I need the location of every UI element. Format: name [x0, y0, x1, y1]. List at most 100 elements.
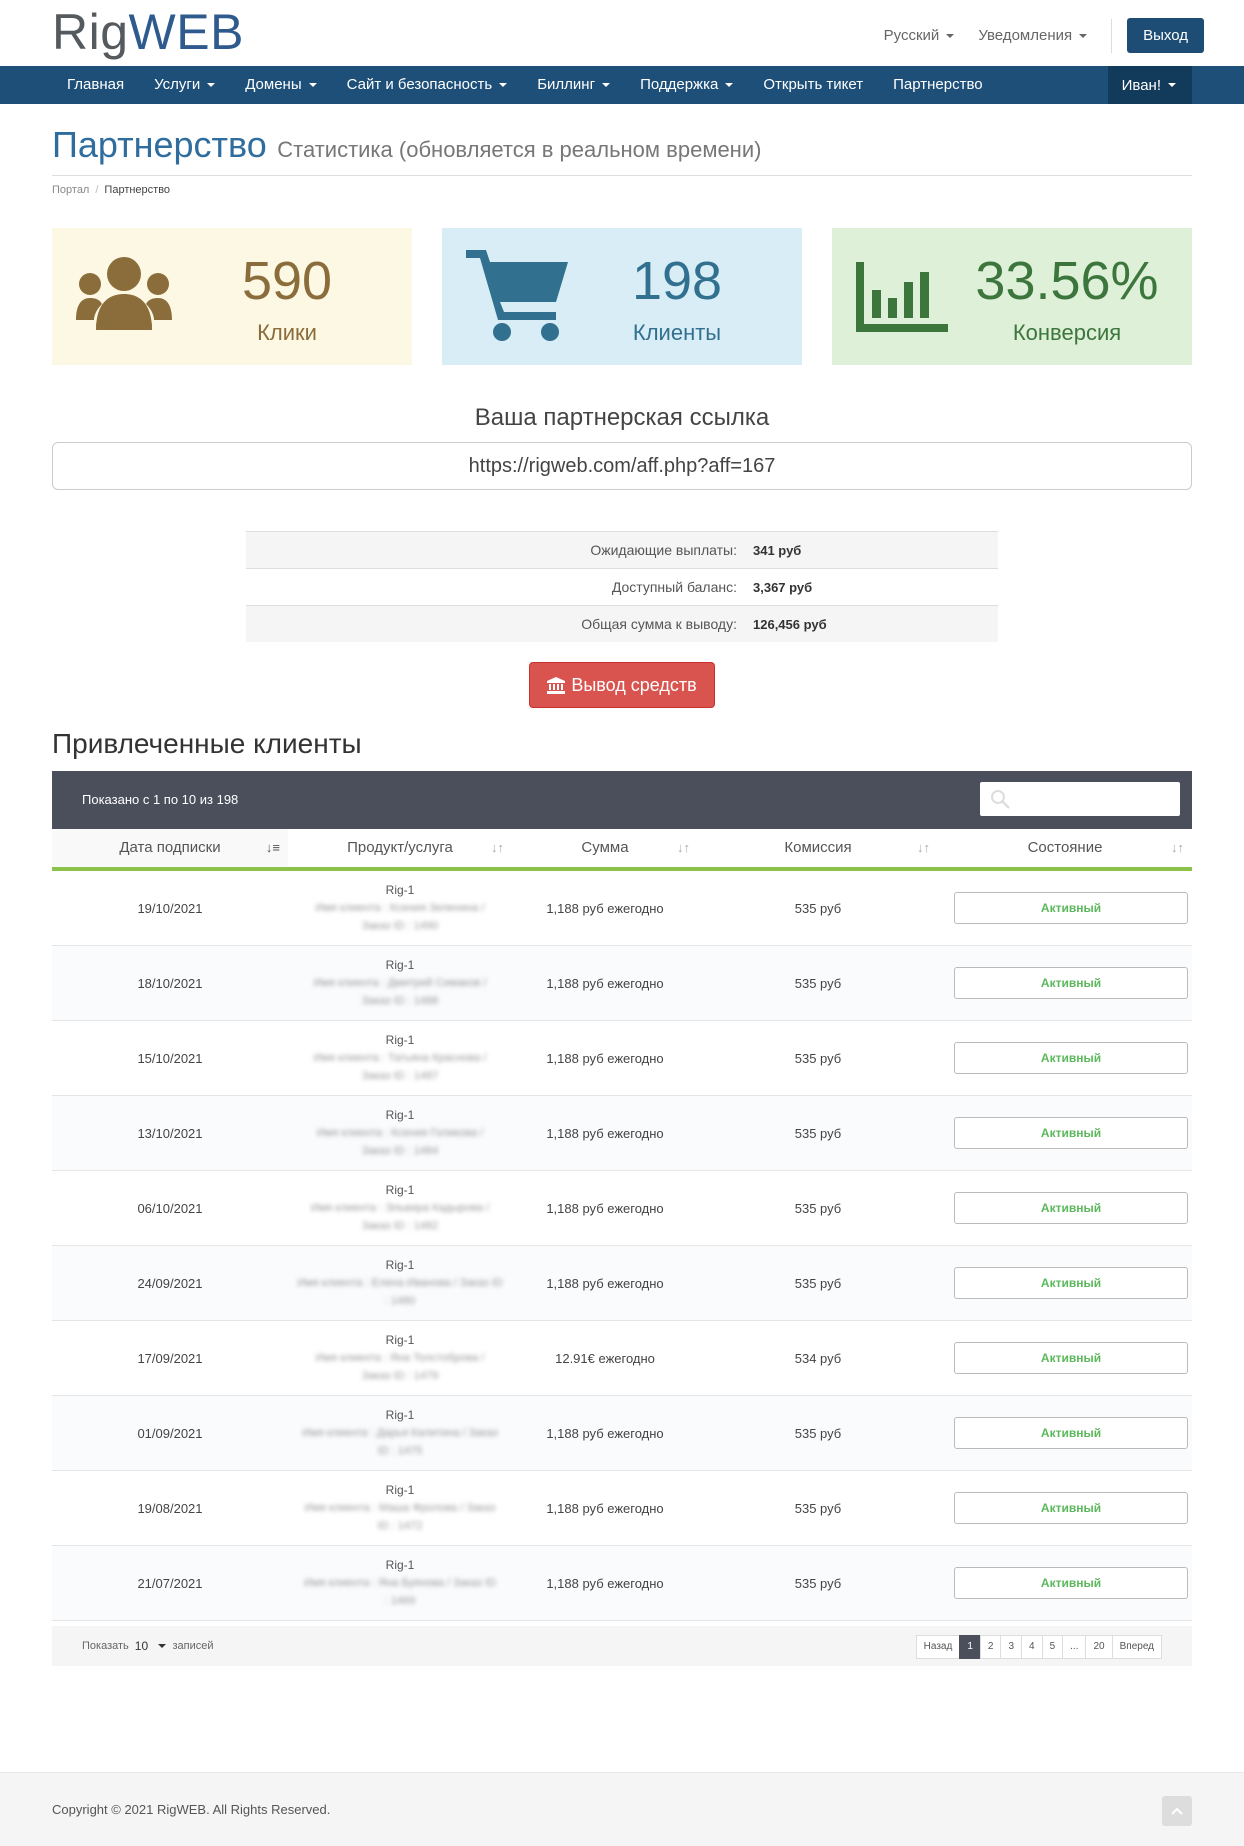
cell-date: 24/09/2021 [137, 1275, 203, 1291]
cell-date: 06/10/2021 [137, 1200, 203, 1216]
status-badge[interactable]: Активный [954, 967, 1188, 999]
cell-date: 18/10/2021 [137, 975, 203, 991]
site-logo[interactable]: RigWEB [52, 2, 244, 62]
nav-item-label: Открыть тикет [763, 76, 864, 93]
status-badge[interactable]: Активный [954, 1117, 1188, 1149]
product-name: Rig-1 [385, 1108, 415, 1122]
client-name: Имя клиента : Яна Толстоброва / [315, 1352, 485, 1364]
table-row: 19/10/2021 Rig-1 Имя клиента : Ксения Зеле… [52, 871, 1192, 946]
user-menu[interactable]: Иван! [1107, 66, 1192, 104]
referrals-toolbar: Показано с 1 по 10 из 198 [52, 771, 1192, 829]
cell-product: Rig-1 Имя клиента : Дарья Калитина / Зака… [288, 1406, 512, 1460]
bank-icon [547, 676, 566, 694]
cell-commission: 535 руб [794, 1275, 842, 1291]
copyright-text: Copyright © 2021 RigWEB. All Rights Rese… [52, 1802, 331, 1817]
total-withdrawn-row: Общая сумма к выводу: 126,456 руб [246, 605, 998, 642]
affiliate-link-heading: Ваша партнерская ссылка [474, 404, 770, 431]
table-row: 06/10/2021 Rig-1 Имя клиента : Эльвира Кад… [52, 1171, 1192, 1246]
column-header-commission[interactable]: Комиссия ↓↑ [698, 829, 938, 867]
chevron-down-icon [1079, 33, 1088, 38]
sort-icon: ↓↑ [491, 840, 504, 855]
cell-status: Активный [938, 1117, 1192, 1149]
pagination: Назад 1 2 3 4 5 ... 20 Вперед [915, 1635, 1162, 1659]
pagination-page[interactable]: 2 [979, 1635, 1002, 1659]
search-input[interactable] [980, 782, 1180, 816]
order-id: : 1469 [384, 1595, 416, 1607]
cell-date: 01/09/2021 [137, 1425, 203, 1441]
client-name: Имя клиента : Яна Буянова / Заказ ID [304, 1577, 496, 1589]
cell-commission: 535 руб [794, 1125, 842, 1141]
cell-product: Rig-1 Имя клиента : Татьяна Краснова / Зак… [288, 1031, 512, 1085]
cell-commission: 535 руб [794, 1050, 842, 1066]
clicks-value: 590 [241, 251, 333, 311]
table-row: 18/10/2021 Rig-1 Имя клиента : Дмитрий Сим… [52, 946, 1192, 1021]
pagination-page[interactable]: 1 [959, 1635, 981, 1659]
page-length-suffix: записей [172, 1640, 214, 1652]
logout-button[interactable]: Выход [1127, 18, 1204, 53]
column-label: Дата подписки [119, 839, 221, 856]
cell-amount: 1,188 руб ежегодно [546, 975, 664, 991]
table-info: Показано с 1 по 10 из 198 [82, 792, 239, 807]
nav-item-domains[interactable]: Домены [230, 66, 331, 104]
order-id: ID : 1472 [377, 1520, 423, 1532]
breadcrumb-portal-link[interactable]: Портал [52, 184, 89, 196]
site-header: RigWEB Русский Уведомления Выход [0, 0, 1244, 66]
order-id: Заказ ID : 1488 [361, 995, 439, 1007]
cell-commission: 535 руб [794, 900, 842, 916]
order-id: Заказ ID : 1487 [361, 1070, 439, 1082]
pagination-next[interactable]: Вперед [1111, 1635, 1162, 1659]
cell-status: Активный [938, 1342, 1192, 1374]
pagination-page[interactable]: 5 [1041, 1635, 1064, 1659]
status-badge[interactable]: Активный [954, 892, 1188, 924]
cell-amount: 1,188 руб ежегодно [546, 1125, 664, 1141]
referrals-table-header: Дата подписки ↓≡ Продукт/услуга ↓↑ Сумма ↓↑… [52, 829, 1192, 871]
pagination-prev[interactable]: Назад [915, 1635, 961, 1659]
pagination-page[interactable]: 3 [1000, 1635, 1023, 1659]
status-badge[interactable]: Активный [954, 1417, 1188, 1449]
column-header-product[interactable]: Продукт/услуга ↓↑ [288, 829, 512, 867]
withdraw-button[interactable]: Вывод средств [529, 662, 715, 708]
logo-web-text: WEB [128, 4, 244, 60]
nav-item-home[interactable]: Главная [52, 66, 139, 104]
cell-status: Активный [938, 1567, 1192, 1599]
cell-product: Rig-1 Имя клиента : Ксения Голикова / Зака… [288, 1106, 512, 1160]
column-header-status[interactable]: Состояние ↓↑ [938, 829, 1192, 867]
nav-item-open-ticket[interactable]: Открыть тикет [748, 66, 878, 104]
column-header-date[interactable]: Дата подписки ↓≡ [52, 829, 288, 867]
balance-label: Доступный баланс: [611, 579, 737, 595]
pagination-page[interactable]: 20 [1085, 1635, 1113, 1659]
bar-chart-icon [856, 262, 948, 332]
language-dropdown[interactable]: Русский [884, 27, 955, 44]
table-row: 17/09/2021 Rig-1 Имя клиента : Яна Толстоб… [52, 1321, 1192, 1396]
notifications-dropdown[interactable]: Уведомления [978, 27, 1088, 44]
affiliate-link-field[interactable]: https://rigweb.com/aff.php?aff=167 [52, 442, 1192, 490]
page-length-value: 10 [134, 1639, 149, 1653]
pagination-page[interactable]: 4 [1021, 1635, 1043, 1659]
conversion-label: Конверсия [1012, 320, 1122, 345]
withdraw-label: Вывод средств [571, 674, 697, 695]
column-label: Состояние [1027, 839, 1103, 856]
status-badge[interactable]: Активный [954, 1492, 1188, 1524]
product-name: Rig-1 [385, 1483, 415, 1497]
status-badge[interactable]: Активный [954, 1342, 1188, 1374]
page-length-select[interactable]: 10 [135, 1639, 167, 1653]
client-name: Имя клиента : Ксения Зеленина / [315, 902, 485, 914]
chevron-down-icon [946, 33, 955, 38]
nav-item-support[interactable]: Поддержка [625, 66, 748, 104]
cell-commission: 534 руб [794, 1350, 842, 1366]
cell-status: Активный [938, 1192, 1192, 1224]
nav-item-billing[interactable]: Биллинг [522, 66, 625, 104]
nav-item-site-security[interactable]: Сайт и безопасность [332, 66, 523, 104]
status-badge[interactable]: Активный [954, 1192, 1188, 1224]
status-badge[interactable]: Активный [954, 1567, 1188, 1599]
status-badge[interactable]: Активный [954, 1267, 1188, 1299]
back-to-top-button[interactable] [1162, 1796, 1192, 1826]
column-header-amount[interactable]: Сумма ↓↑ [512, 829, 698, 867]
cell-commission: 535 руб [794, 975, 842, 991]
pending-payouts-row: Ожидающие выплаты: 341 руб [246, 531, 998, 568]
nav-item-services[interactable]: Услуги [139, 66, 230, 104]
available-balance-row: Доступный баланс: 3,367 руб [246, 568, 998, 605]
nav-item-affiliates[interactable]: Партнерство [878, 66, 998, 104]
cell-commission: 535 руб [794, 1425, 842, 1441]
status-badge[interactable]: Активный [954, 1042, 1188, 1074]
